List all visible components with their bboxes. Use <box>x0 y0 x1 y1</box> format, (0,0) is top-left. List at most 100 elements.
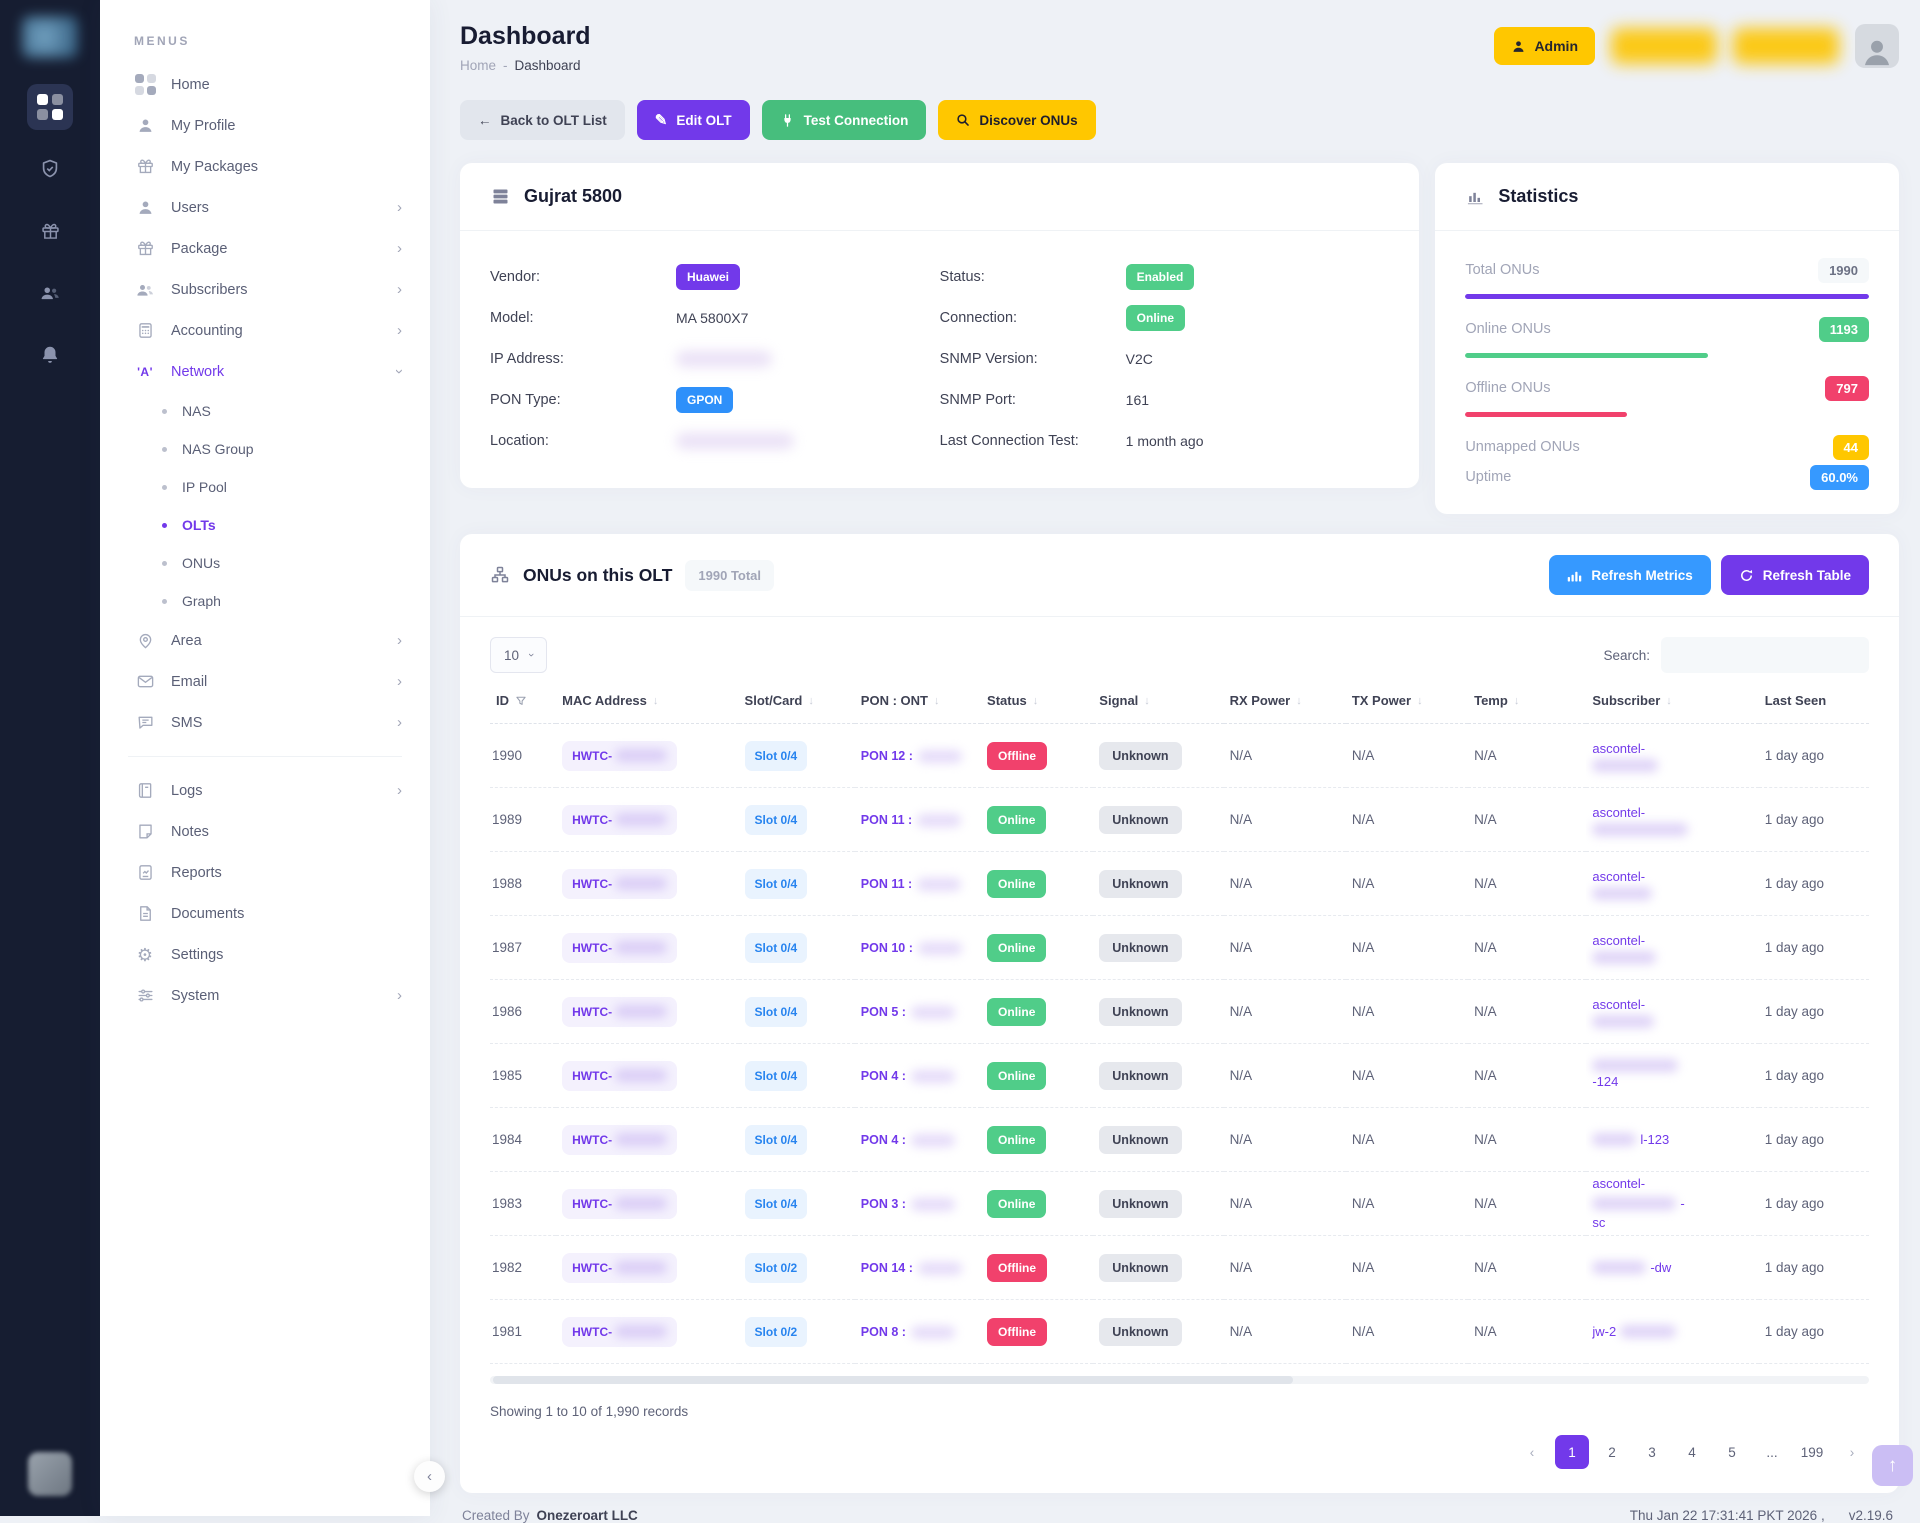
sort-icon[interactable]: ↓ <box>1144 695 1150 707</box>
pon-ont-link[interactable]: PON 10 : <box>861 941 962 955</box>
page-number-button[interactable]: 2 <box>1595 1435 1629 1469</box>
subscriber-link[interactable]: -dw <box>1592 1258 1752 1278</box>
column-header[interactable]: TX Power ↓ <box>1346 683 1468 724</box>
sidebar-item-nas[interactable]: NAS <box>100 392 430 430</box>
rail-notifications-button[interactable] <box>27 332 73 378</box>
page-number-button[interactable]: ... <box>1755 1435 1789 1469</box>
sidebar-item-package[interactable]: Package › <box>100 228 430 269</box>
column-header[interactable]: PON : ONT ↓ <box>855 683 981 724</box>
page-size-select[interactable]: 10 › <box>490 637 547 673</box>
mac-address-pill[interactable]: HWTC- <box>562 933 677 963</box>
sidebar-item-users[interactable]: Users › <box>100 187 430 228</box>
column-header[interactable]: Subscriber ↓ <box>1586 683 1758 724</box>
pon-ont-link[interactable]: PON 8 : <box>861 1325 955 1339</box>
subscriber-link[interactable]: ascontel- <box>1592 995 1752 1028</box>
pon-ont-link[interactable]: PON 3 : <box>861 1197 955 1211</box>
rail-users-button[interactable] <box>27 270 73 316</box>
sidebar-item-ip-pool[interactable]: IP Pool <box>100 468 430 506</box>
column-header[interactable]: RX Power ↓ <box>1224 683 1346 724</box>
subscriber-link[interactable]: ascontel- <box>1592 739 1752 772</box>
column-header[interactable]: Slot/Card ↓ <box>739 683 855 724</box>
sidebar-item-sms[interactable]: SMS › <box>100 702 430 743</box>
sidebar-item-onus[interactable]: ONUs <box>100 544 430 582</box>
mac-address-pill[interactable]: HWTC- <box>562 869 677 899</box>
mac-address-pill[interactable]: HWTC- <box>562 1125 677 1155</box>
subscriber-link[interactable]: l-123 <box>1592 1130 1752 1150</box>
sidebar-item-my-packages[interactable]: My Packages <box>100 146 430 187</box>
refresh-metrics-button[interactable]: Refresh Metrics <box>1549 555 1710 595</box>
redacted-button[interactable] <box>1733 28 1839 64</box>
sort-icon[interactable]: ↓ <box>653 695 659 707</box>
sidebar-item-logs[interactable]: Logs › <box>100 770 430 811</box>
page-number-button[interactable]: 3 <box>1635 1435 1669 1469</box>
sort-icon[interactable]: ↓ <box>1666 695 1672 707</box>
sidebar-item-accounting[interactable]: Accounting › <box>100 310 430 351</box>
column-header[interactable]: Signal ↓ <box>1093 683 1223 724</box>
sidebar-item-documents[interactable]: Documents <box>100 893 430 934</box>
sidebar-item-my-profile[interactable]: My Profile <box>100 105 430 146</box>
pon-ont-link[interactable]: PON 11 : <box>861 877 961 891</box>
previous-page-button[interactable]: ‹ <box>1515 1435 1549 1469</box>
pon-ont-link[interactable]: PON 4 : <box>861 1069 955 1083</box>
subscriber-link[interactable]: jw-2 <box>1592 1322 1752 1342</box>
sidebar-collapse-button[interactable]: ‹ <box>414 1461 445 1492</box>
back-to-olt-list-button[interactable]: ← Back to OLT List <box>460 100 625 140</box>
sort-icon[interactable]: ↓ <box>1417 695 1423 707</box>
mac-address-pill[interactable]: HWTC- <box>562 1061 677 1091</box>
sidebar-item-graph[interactable]: Graph <box>100 582 430 620</box>
column-header[interactable]: Temp ↓ <box>1468 683 1586 724</box>
sidebar-item-area[interactable]: Area › <box>100 620 430 661</box>
sidebar-item-email[interactable]: Email › <box>100 661 430 702</box>
pon-ont-link[interactable]: PON 11 : <box>861 813 961 827</box>
scroll-to-top-button[interactable]: ↑ <box>1872 1445 1913 1486</box>
rail-user-avatar[interactable] <box>28 1452 72 1496</box>
redacted-button[interactable] <box>1611 28 1717 64</box>
page-number-button[interactable]: 199 <box>1795 1435 1829 1469</box>
subscriber-link[interactable]: ascontel--sc <box>1592 1174 1752 1233</box>
sidebar-item-nas-group[interactable]: NAS Group <box>100 430 430 468</box>
rail-dashboard-button[interactable] <box>27 84 73 130</box>
user-avatar[interactable] <box>1855 24 1899 68</box>
column-header[interactable]: Last Seen ↓ <box>1759 683 1869 724</box>
edit-olt-button[interactable]: ✎ Edit OLT <box>637 100 750 140</box>
sidebar-item-olts[interactable]: OLTs <box>100 506 430 544</box>
subscriber-link[interactable]: ascontel- <box>1592 803 1752 836</box>
column-header[interactable]: Status ↓ <box>981 683 1093 724</box>
mac-address-pill[interactable]: HWTC- <box>562 997 677 1027</box>
subscriber-link[interactable]: ascontel- <box>1592 931 1752 964</box>
search-input[interactable] <box>1661 637 1869 673</box>
next-page-button[interactable]: › <box>1835 1435 1869 1469</box>
mac-address-pill[interactable]: HWTC- <box>562 1317 677 1347</box>
sidebar-item-network[interactable]: 'A' Network › <box>100 351 430 392</box>
breadcrumb-home[interactable]: Home <box>460 58 496 73</box>
sort-icon[interactable]: ↓ <box>1033 695 1039 707</box>
sidebar-item-settings[interactable]: ⚙ Settings <box>100 934 430 975</box>
pon-ont-link[interactable]: PON 14 : <box>861 1261 962 1275</box>
page-number-button[interactable]: 4 <box>1675 1435 1709 1469</box>
scrollbar-thumb[interactable] <box>493 1376 1293 1384</box>
mac-address-pill[interactable]: HWTC- <box>562 805 677 835</box>
sort-icon[interactable]: ↓ <box>1296 695 1302 707</box>
pon-ont-link[interactable]: PON 4 : <box>861 1133 955 1147</box>
sidebar-item-home[interactable]: Home <box>100 64 430 105</box>
mac-address-pill[interactable]: HWTC- <box>562 1253 677 1283</box>
discover-onus-button[interactable]: Discover ONUs <box>938 100 1095 140</box>
mac-address-pill[interactable]: HWTC- <box>562 1189 677 1219</box>
admin-button[interactable]: Admin <box>1494 27 1595 65</box>
sort-icon[interactable]: ↓ <box>808 695 814 707</box>
refresh-table-button[interactable]: Refresh Table <box>1721 555 1869 595</box>
page-number-button[interactable]: 5 <box>1715 1435 1749 1469</box>
mac-address-pill[interactable]: HWTC- <box>562 741 677 771</box>
pon-ont-link[interactable]: PON 12 : <box>861 749 962 763</box>
sidebar-item-reports[interactable]: Reports <box>100 852 430 893</box>
rail-shield-button[interactable] <box>27 146 73 192</box>
test-connection-button[interactable]: Test Connection <box>762 100 927 140</box>
sort-icon[interactable]: ↓ <box>934 695 940 707</box>
column-header[interactable]: MAC Address ↓ <box>556 683 738 724</box>
subscriber-link[interactable]: -124 <box>1592 1059 1752 1092</box>
sidebar-item-system[interactable]: System › <box>100 975 430 1016</box>
page-number-button[interactable]: 1 <box>1555 1435 1589 1469</box>
pon-ont-link[interactable]: PON 5 : <box>861 1005 955 1019</box>
sidebar-item-notes[interactable]: Notes <box>100 811 430 852</box>
subscriber-link[interactable]: ascontel- <box>1592 867 1752 900</box>
